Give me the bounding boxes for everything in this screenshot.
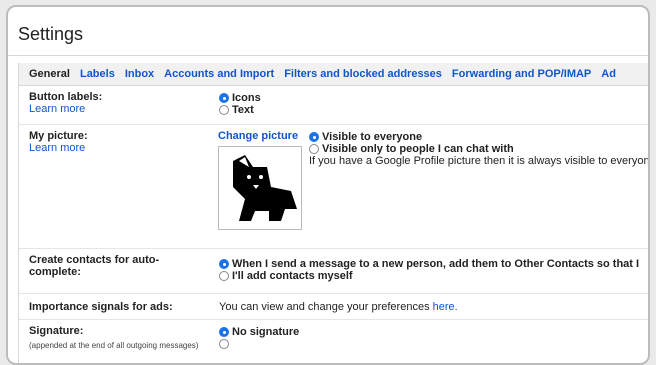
preferences-link[interactable]: here. xyxy=(433,301,458,313)
radio-icon[interactable] xyxy=(219,105,229,115)
button-labels-row: Button labels: Learn more Icons Text xyxy=(19,86,648,125)
option-signature[interactable] xyxy=(219,338,299,350)
option-visible-everyone[interactable]: Visible to everyone xyxy=(309,131,648,143)
tab-add-ons[interactable]: Ad xyxy=(601,68,616,80)
importance-row: Importance signals for ads: You can view… xyxy=(19,294,648,320)
radio-icon[interactable] xyxy=(219,339,229,349)
change-picture-link[interactable]: Change picture xyxy=(218,130,298,142)
contacts-row: Create contacts for auto-complete: When … xyxy=(19,249,648,294)
tab-accounts-and-import[interactable]: Accounts and Import xyxy=(164,68,274,80)
profile-picture[interactable] xyxy=(218,146,302,230)
tab-general[interactable]: General xyxy=(29,68,70,80)
option-manual-add[interactable]: I'll add contacts myself xyxy=(219,270,639,282)
learn-more-link[interactable]: Learn more xyxy=(29,103,209,115)
radio-selected-icon[interactable] xyxy=(309,132,319,142)
signature-row: Signature: (appended at the end of all o… xyxy=(19,320,648,360)
signature-note: (appended at the end of all outgoing mes… xyxy=(29,341,199,350)
radio-selected-icon[interactable] xyxy=(219,327,229,337)
my-picture-row: My picture: Learn more Change picture Vi… xyxy=(19,125,650,249)
tab-labels[interactable]: Labels xyxy=(80,68,115,80)
option-icons[interactable]: Icons xyxy=(219,92,261,104)
tab-forwarding-and-pop-imap[interactable]: Forwarding and POP/IMAP xyxy=(452,68,591,80)
option-visible-chat[interactable]: Visible only to people I can chat with xyxy=(309,143,648,155)
title-divider xyxy=(8,55,648,56)
settings-panel: General Labels Inbox Accounts and Import… xyxy=(18,63,650,363)
contacts-options: When I send a message to a new person, a… xyxy=(219,258,639,282)
button-labels-label: Button labels: Learn more xyxy=(29,91,209,115)
radio-selected-icon[interactable] xyxy=(219,259,229,269)
option-text[interactable]: Text xyxy=(219,104,261,116)
contacts-label: Create contacts for auto-complete: xyxy=(29,254,160,278)
dog-avatar-icon xyxy=(233,155,297,221)
tab-inbox[interactable]: Inbox xyxy=(125,68,154,80)
tab-bar: General Labels Inbox Accounts and Import… xyxy=(19,63,648,86)
settings-window: Settings General Labels Inbox Accounts a… xyxy=(6,5,650,365)
tab-filters-and-blocked-addresses[interactable]: Filters and blocked addresses xyxy=(284,68,442,80)
option-no-signature[interactable]: No signature xyxy=(219,326,299,338)
radio-icon[interactable] xyxy=(309,144,319,154)
learn-more-link[interactable]: Learn more xyxy=(29,142,209,154)
my-picture-label: My picture: Learn more xyxy=(29,130,209,154)
importance-text: You can view and change your preferences… xyxy=(219,301,458,313)
button-labels-options: Icons Text xyxy=(219,92,261,116)
radio-selected-icon[interactable] xyxy=(219,93,229,103)
option-auto-add[interactable]: When I send a message to a new person, a… xyxy=(219,258,639,270)
signature-label: Signature: (appended at the end of all o… xyxy=(29,325,209,352)
profile-picture-note: If you have a Google Profile picture the… xyxy=(309,155,650,167)
my-picture-options: Visible to everyone Visible only to peop… xyxy=(309,131,650,167)
signature-options: No signature xyxy=(219,326,299,350)
radio-icon[interactable] xyxy=(219,271,229,281)
page-title: Settings xyxy=(18,24,84,44)
importance-label: Importance signals for ads: xyxy=(29,301,173,313)
